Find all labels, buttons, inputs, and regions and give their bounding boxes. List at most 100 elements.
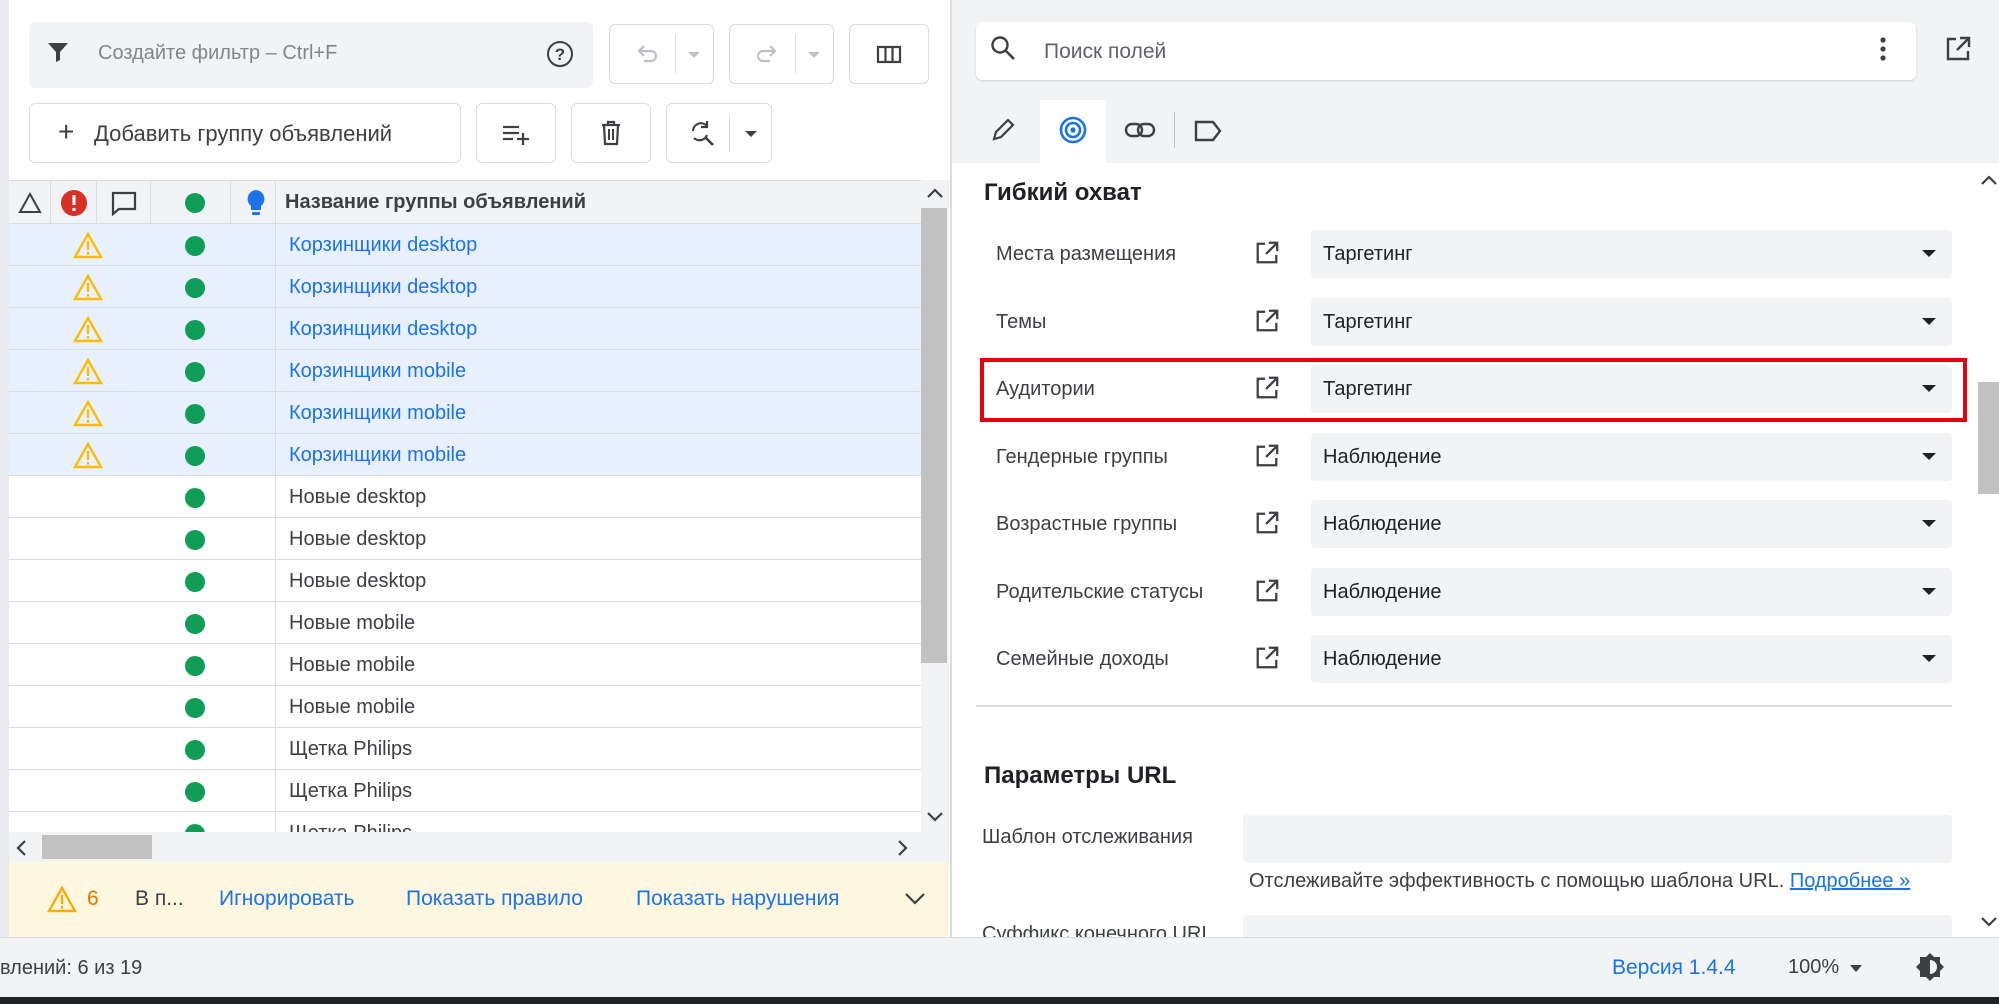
more-vert-icon[interactable] bbox=[1879, 36, 1887, 62]
table-row[interactable]: Корзинщики mobile bbox=[9, 350, 921, 392]
ad-group-name: Новые mobile bbox=[289, 654, 416, 676]
table-row[interactable]: Щетка Philips bbox=[9, 770, 921, 812]
reach-row-label: Гендерные группы bbox=[996, 445, 1168, 468]
vertical-scroll-thumb[interactable] bbox=[921, 208, 947, 663]
open-external-icon[interactable] bbox=[1254, 308, 1280, 334]
open-external-icon[interactable] bbox=[1254, 240, 1280, 266]
label-icon[interactable] bbox=[1193, 119, 1223, 143]
zoom-value: 100% bbox=[1788, 956, 1840, 978]
reach-setting-select[interactable]: Наблюдение bbox=[1311, 432, 1952, 481]
svg-text:?: ? bbox=[555, 45, 565, 64]
open-external-icon[interactable] bbox=[1254, 578, 1280, 604]
table-row[interactable]: Новые mobile bbox=[9, 644, 921, 686]
theme-toggle-icon[interactable] bbox=[1914, 951, 1946, 983]
table-row[interactable]: Новые desktop bbox=[9, 476, 921, 518]
link-icon[interactable] bbox=[1124, 119, 1156, 141]
open-external-icon[interactable] bbox=[1254, 510, 1280, 536]
open-external-icon[interactable] bbox=[1254, 645, 1280, 671]
replace-button[interactable] bbox=[666, 103, 772, 163]
filter-input[interactable]: Создайте фильтр – Ctrl+F bbox=[98, 42, 337, 65]
reach-setting-value: Наблюдение bbox=[1323, 648, 1442, 670]
reach-setting-select[interactable]: Наблюдение bbox=[1311, 500, 1952, 548]
table-row[interactable]: Корзинщики desktop bbox=[9, 308, 921, 350]
split-divider bbox=[729, 114, 730, 152]
filter-icon bbox=[46, 40, 70, 64]
redo-button[interactable] bbox=[729, 24, 834, 84]
reach-row-label: Возрастные группы bbox=[996, 513, 1178, 535]
final-url-suffix-input[interactable] bbox=[1243, 915, 1952, 937]
scroll-left-icon[interactable] bbox=[14, 839, 28, 857]
dropdown-arrow-icon bbox=[1922, 587, 1936, 595]
table-row[interactable]: Щетка Philips bbox=[9, 812, 921, 832]
col-header-status[interactable] bbox=[151, 181, 231, 225]
highlight-box bbox=[980, 358, 1967, 422]
add-ad-group-label: Добавить группу объявлений bbox=[94, 121, 393, 146]
undo-button[interactable] bbox=[609, 24, 714, 84]
reach-setting-select[interactable]: Таргетинг bbox=[1311, 297, 1952, 346]
reach-setting-select[interactable]: Таргетинг bbox=[1311, 230, 1952, 278]
chevron-down-icon bbox=[688, 52, 700, 58]
ad-group-list: Корзинщики desktop Корзинщики desktop Корз… bbox=[9, 224, 921, 832]
open-external-icon[interactable] bbox=[1254, 443, 1280, 469]
reach-setting-select[interactable]: Наблюдение bbox=[1311, 567, 1952, 616]
col-header-triangle[interactable] bbox=[9, 181, 51, 225]
learn-more-link[interactable]: Подробнее » bbox=[1790, 870, 1910, 892]
reach-setting-select[interactable]: Наблюдение bbox=[1311, 635, 1952, 683]
col-header-comments[interactable] bbox=[97, 181, 151, 225]
table-row[interactable]: Корзинщики desktop bbox=[9, 224, 921, 266]
ignore-link[interactable]: Игнорировать bbox=[219, 887, 355, 911]
scroll-down-icon[interactable] bbox=[1980, 915, 1998, 929]
ad-group-name: Корзинщики desktop bbox=[289, 276, 478, 298]
scroll-up-icon[interactable] bbox=[1980, 173, 1998, 187]
right-scroll-thumb[interactable] bbox=[1978, 382, 1999, 494]
table-row[interactable]: Новые mobile bbox=[9, 686, 921, 728]
status-dot-icon bbox=[185, 278, 205, 298]
add-rows-button[interactable] bbox=[476, 103, 556, 163]
columns-button[interactable] bbox=[849, 24, 929, 84]
redo-icon bbox=[754, 41, 780, 67]
table-row[interactable]: Новые desktop bbox=[9, 560, 921, 602]
column-title[interactable]: Название группы объявлений bbox=[285, 191, 586, 214]
open-external-icon[interactable] bbox=[1944, 35, 1972, 63]
horizontal-scroll-thumb[interactable] bbox=[42, 835, 152, 859]
right-scrollbar[interactable] bbox=[1972, 163, 1999, 937]
columns-icon bbox=[876, 44, 902, 66]
reach-setting-value: Наблюдение bbox=[1323, 445, 1442, 468]
help-icon[interactable]: ? bbox=[546, 40, 574, 68]
dropdown-arrow-icon bbox=[1922, 250, 1936, 257]
table-row[interactable]: Новые desktop bbox=[9, 518, 921, 560]
scroll-up-icon[interactable] bbox=[926, 186, 944, 200]
split-divider bbox=[675, 35, 676, 73]
version-link[interactable]: Версия 1.4.4 bbox=[1612, 956, 1736, 980]
table-row[interactable]: Корзинщики mobile bbox=[9, 434, 921, 476]
tracking-template-input[interactable] bbox=[1243, 815, 1952, 863]
show-rule-link[interactable]: Показать правило bbox=[406, 887, 583, 911]
status-dot-icon bbox=[185, 488, 205, 508]
delete-button[interactable] bbox=[571, 103, 651, 163]
status-dot-icon bbox=[185, 530, 205, 550]
expand-chevron-icon[interactable] bbox=[904, 892, 926, 906]
chevron-down-icon bbox=[1850, 965, 1862, 972]
table-row[interactable]: Новые mobile bbox=[9, 602, 921, 644]
zoom-select[interactable]: 100% bbox=[1786, 948, 1866, 988]
chevron-down-icon[interactable] bbox=[745, 131, 757, 137]
table-row[interactable]: Корзинщики desktop bbox=[9, 266, 921, 308]
table-row[interactable]: Щетка Philips bbox=[9, 728, 921, 770]
status-dot-icon bbox=[185, 740, 205, 760]
tab-separator bbox=[1174, 112, 1175, 148]
flexible-reach-title: Гибкий охват bbox=[984, 179, 1142, 206]
pencil-icon[interactable] bbox=[990, 117, 1016, 143]
reach-row-label: Родительские статусы bbox=[996, 580, 1204, 603]
scroll-right-icon[interactable] bbox=[896, 839, 910, 857]
col-header-ideas[interactable] bbox=[231, 181, 285, 225]
dropdown-arrow-icon bbox=[1922, 655, 1936, 662]
show-violations-link[interactable]: Показать нарушения bbox=[636, 887, 840, 911]
status-dot-icon bbox=[185, 614, 205, 634]
warning-icon bbox=[73, 358, 103, 385]
add-ad-group-button[interactable]: + Добавить группу объявлений bbox=[29, 103, 461, 163]
plus-icon: + bbox=[58, 116, 75, 147]
col-header-errors[interactable] bbox=[51, 181, 97, 225]
scroll-down-icon[interactable] bbox=[926, 810, 944, 824]
field-search-input[interactable]: Поиск полей bbox=[1044, 40, 1166, 64]
table-row[interactable]: Корзинщики mobile bbox=[9, 392, 921, 434]
